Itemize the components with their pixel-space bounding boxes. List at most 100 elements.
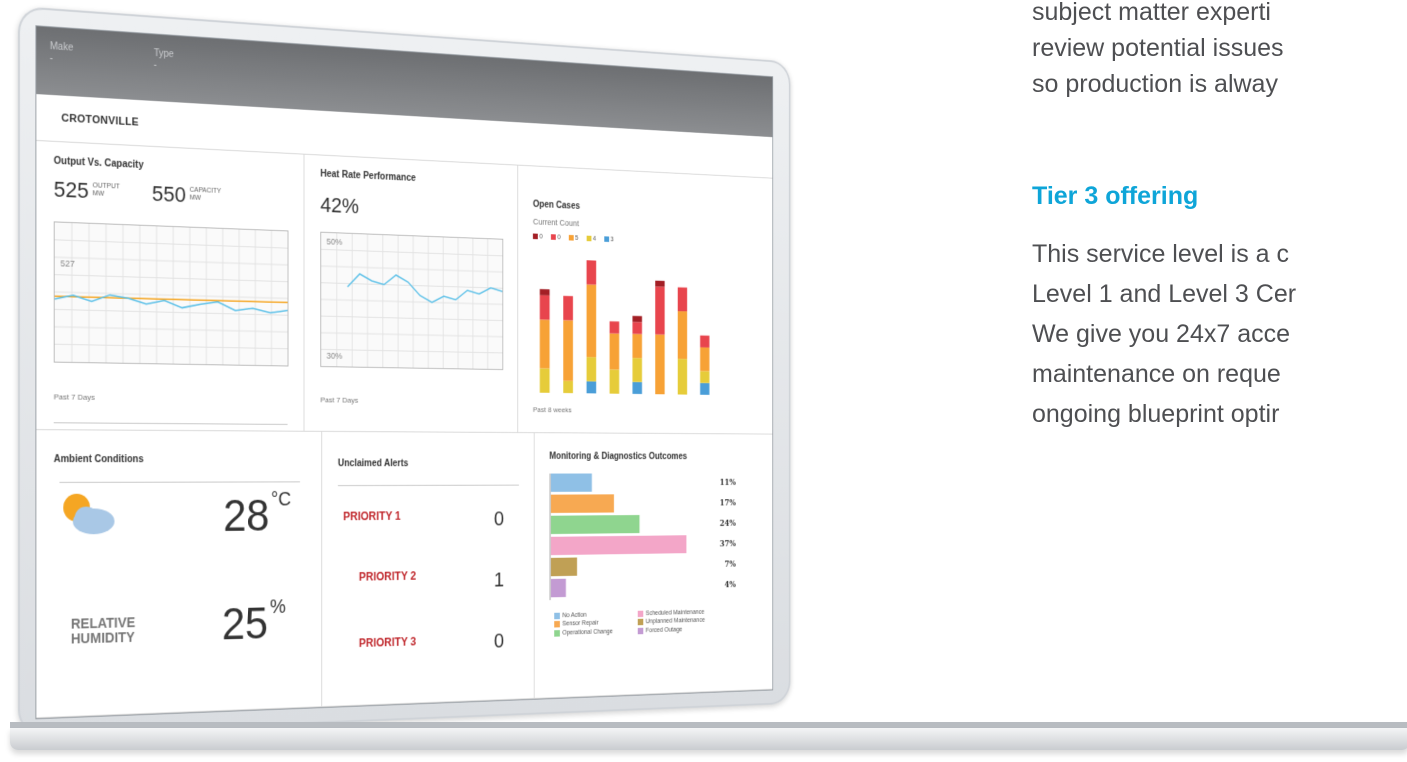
output-capacity-panel[interactable]: Output Vs. Capacity 525 OUTPUT MW 550 CAPAC…	[36, 140, 305, 432]
output-value: 525	[53, 176, 89, 203]
legend-swatch	[532, 233, 538, 240]
output-unit-bottom: MW	[92, 190, 105, 198]
open-cases-bar-segment	[586, 381, 597, 394]
humidity-value: 25	[221, 597, 269, 650]
unclaimed-alerts-panel[interactable]: Unclaimed Alerts PRIORITY 1 0 PRIORITY 2…	[322, 431, 535, 708]
open-cases-legend-item: 0	[550, 234, 561, 241]
priority-2-label[interactable]: PRIORITY 2	[359, 569, 416, 583]
open-cases-stacked-bar-chart	[539, 260, 710, 395]
divider	[337, 484, 519, 487]
priority-1-count: 0	[493, 506, 505, 531]
open-cases-legend-item: 3	[603, 236, 614, 244]
site-title: CROTONVILLE	[61, 112, 139, 129]
md-legend-item: Operational Change	[554, 628, 638, 637]
md-outcome-bar	[550, 494, 614, 513]
open-cases-bar-segment	[700, 371, 710, 384]
open-cases-legend: 0 0 5 4 3	[532, 233, 759, 248]
legend-swatch	[637, 627, 644, 634]
open-cases-bar-segment	[563, 320, 573, 382]
dashboard-screen: Make - Type - CROTONVILLE Output Vs. Cap…	[35, 25, 774, 720]
legend-swatch	[554, 612, 560, 620]
open-cases-bar-segment	[539, 319, 550, 369]
legend-swatch	[603, 236, 609, 243]
md-outcomes-panel[interactable]: Monitoring & Diagnostics Outcomes 11% 17%…	[534, 433, 773, 699]
legend-label: Forced Outage	[645, 626, 683, 635]
priority-3-label[interactable]: PRIORITY 3	[359, 635, 416, 650]
heat-rate-axis-bottom: 30%	[326, 350, 343, 361]
legend-label: No Action	[562, 612, 587, 620]
type-filter-value: -	[153, 59, 157, 70]
heat-rate-chart: 50% 30%	[320, 231, 504, 371]
temperature-value: 28	[223, 490, 270, 541]
legend-count: 4	[592, 235, 596, 243]
output-unit: OUTPUT MW	[93, 182, 120, 199]
intro-line-1: subject matter experti	[1032, 0, 1271, 26]
grid-line	[321, 249, 502, 255]
open-cases-bar-segment	[609, 321, 620, 334]
type-filter[interactable]: Type -	[154, 48, 174, 71]
divider	[59, 481, 301, 483]
md-legend-item: Unplanned Maintenance	[637, 617, 719, 626]
grid-line	[321, 266, 502, 272]
open-cases-bar-segment	[632, 357, 643, 383]
make-filter[interactable]: Make -	[50, 41, 73, 64]
open-cases-bar-segment	[677, 287, 688, 312]
legend-count: 3	[610, 236, 614, 244]
open-cases-bar-segment	[655, 280, 665, 287]
legend-swatch	[550, 234, 556, 241]
grid-line	[55, 327, 288, 332]
legend-swatch	[554, 629, 560, 637]
humidity-label: RELATIVE HUMIDITY	[70, 614, 135, 647]
md-outcome-value-label: 7%	[724, 560, 736, 569]
open-cases-subtitle: Current Count	[532, 216, 579, 229]
open-cases-bar-segment	[677, 358, 688, 395]
grid-line	[55, 257, 288, 265]
offer-line-1: This service level is a c	[1032, 240, 1290, 268]
priority-1-label[interactable]: PRIORITY 1	[343, 509, 401, 523]
open-cases-legend-item: 0	[532, 233, 543, 240]
capacity-unit: CAPACITY MW	[190, 187, 222, 204]
capacity-value: 550	[151, 181, 186, 208]
md-outcome-value-label: 24%	[720, 519, 737, 528]
output-line-chart	[55, 222, 288, 365]
intro-line-2: review potential issues	[1032, 34, 1284, 62]
type-filter-label: Type	[153, 48, 174, 61]
md-outcomes-bar-chart: 11% 17% 24% 37% 7% 4%	[549, 473, 737, 611]
md-legend-item: Forced Outage	[637, 625, 719, 635]
open-cases-footer: Past 8 weeks	[532, 405, 572, 415]
legend-swatch	[554, 621, 560, 628]
open-cases-bar-segment	[632, 333, 643, 359]
legend-label: Operational Change	[562, 628, 613, 637]
open-cases-bar-segment	[655, 334, 665, 395]
grid-line	[321, 349, 502, 353]
temperature-readout: 28°C	[223, 489, 291, 542]
md-outcome-value-label: 17%	[720, 499, 737, 508]
offer-line-2: Level 1 and Level 3 Cer	[1032, 280, 1297, 308]
make-filter-label: Make	[49, 41, 74, 54]
open-cases-panel[interactable]: Open Cases Current Count 0 0 5 4 3 Past 8 we…	[518, 165, 773, 435]
temperature-unit: °C	[271, 489, 292, 511]
laptop-mockup: Make - Type - CROTONVILLE Output Vs. Cap…	[18, 6, 794, 746]
md-legend-item: Sensor Repair	[554, 619, 638, 628]
intro-line-3: so production is alway	[1032, 70, 1278, 98]
md-outcome-bar	[550, 535, 687, 556]
grid-line	[55, 275, 288, 282]
legend-label: Sensor Repair	[562, 620, 599, 628]
output-unit-top: OUTPUT	[92, 182, 120, 191]
md-outcomes-legend: No Action Scheduled Maintenance Sensor Rep…	[554, 609, 728, 639]
laptop-base	[0, 712, 1407, 762]
humidity-label-line2: HUMIDITY	[70, 629, 135, 647]
open-cases-title: Open Cases	[532, 199, 581, 212]
open-cases-bar-segment	[700, 335, 710, 348]
grid-line	[321, 299, 502, 304]
open-cases-bar-segment	[655, 286, 665, 335]
ambient-panel[interactable]: Ambient Conditions 28°C RELATIVE HUMIDITY…	[36, 430, 323, 719]
offer-line-5: ongoing blueprint optir	[1032, 400, 1280, 428]
open-cases-bar-segment	[563, 295, 573, 321]
grid-line	[321, 316, 502, 321]
ambient-title: Ambient Conditions	[53, 454, 144, 466]
legend-count: 5	[575, 235, 579, 242]
open-cases-bar-segment	[539, 295, 550, 320]
heat-rate-panel[interactable]: Heat Rate Performance 42% 50% 30% Past 7…	[304, 154, 519, 433]
offer-line-4: maintenance on reque	[1032, 360, 1281, 388]
